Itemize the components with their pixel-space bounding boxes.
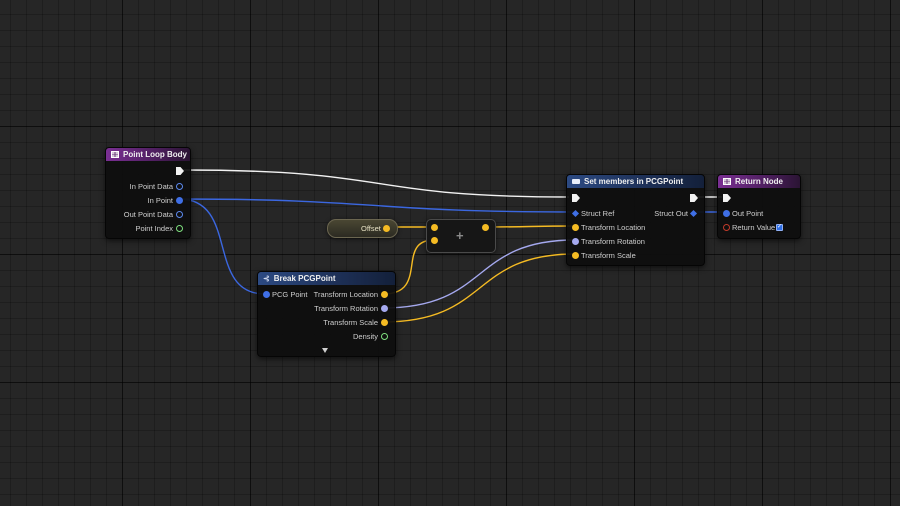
set-members-node[interactable]: Set members in PCGPoint Struct Ref Struc… <box>566 174 705 266</box>
vector-wire-scale-to-set <box>382 253 576 323</box>
struct-out-label: Struct Out <box>654 209 688 218</box>
in-point-data-pin[interactable] <box>176 183 183 190</box>
return-node-header[interactable]: Return Node <box>718 175 800 188</box>
point-index-pin[interactable] <box>176 225 183 232</box>
break-transform-location-pin[interactable] <box>381 291 388 298</box>
point-loop-body-title: Point Loop Body <box>123 150 187 159</box>
density-label: Density <box>352 332 378 341</box>
out-point-label: Out Point <box>732 209 764 218</box>
in-point-label: In Point <box>147 196 173 205</box>
struct-wire-inpoint-to-break <box>178 198 266 295</box>
set-members-header[interactable]: Set members in PCGPoint <box>567 175 704 188</box>
set-transform-rotation-label: Transform Rotation <box>581 237 645 246</box>
point-loop-body-header[interactable]: Point Loop Body <box>106 148 190 161</box>
vector-wire-add-to-setlocation <box>484 225 576 228</box>
set-transform-location-label: Transform Location <box>581 223 646 232</box>
return-value-pin[interactable] <box>723 224 730 231</box>
break-pcg-point-node[interactable]: ⊰ Break PCGPoint PCG Point Transform Loc… <box>257 271 396 357</box>
add-output-pin[interactable] <box>482 224 489 231</box>
in-point-pin[interactable] <box>176 197 183 204</box>
struct-ref-pin[interactable] <box>571 209 580 218</box>
set-transform-location-pin[interactable] <box>572 224 579 231</box>
return-node-title: Return Node <box>735 177 783 186</box>
break-transform-scale-label: Transform Scale <box>323 318 378 327</box>
in-point-data-label: In Point Data <box>129 182 173 191</box>
out-point-pin[interactable] <box>723 210 730 217</box>
break-struct-icon: ⊰ <box>263 273 270 283</box>
break-transform-location-label: Transform Location <box>313 290 378 299</box>
add-symbol: + <box>456 228 464 243</box>
out-point-data-pin[interactable] <box>176 211 183 218</box>
add-node[interactable]: + <box>426 219 496 253</box>
function-icon <box>723 178 731 185</box>
set-transform-rotation-pin[interactable] <box>572 238 579 245</box>
point-index-label: Point Index <box>135 224 173 233</box>
point-loop-body-node[interactable]: Point Loop Body In Point Data In Point O… <box>105 147 191 239</box>
break-pcg-point-title: Break PCGPoint <box>273 274 336 283</box>
set-struct-icon <box>572 179 580 184</box>
set-transform-scale-pin[interactable] <box>572 252 579 259</box>
break-transform-rotation-label: Transform Rotation <box>314 304 378 313</box>
pcg-point-pin[interactable] <box>263 291 270 298</box>
function-icon <box>111 151 119 158</box>
break-transform-scale-pin[interactable] <box>381 319 388 326</box>
return-node[interactable]: Return Node Out Point Return Value ✓ <box>717 174 801 239</box>
out-point-data-label: Out Point Data <box>123 210 173 219</box>
expand-arrow-icon[interactable] <box>322 348 328 353</box>
set-transform-scale-label: Transform Scale <box>581 251 636 260</box>
break-transform-rotation-pin[interactable] <box>381 305 388 312</box>
add-input-b-pin[interactable] <box>431 237 438 244</box>
add-input-a-pin[interactable] <box>431 224 438 231</box>
offset-label: Offset <box>361 224 381 233</box>
struct-wire-inpoint-to-structref <box>178 198 575 213</box>
density-pin[interactable] <box>381 333 388 340</box>
offset-out-pin[interactable] <box>383 225 390 232</box>
struct-ref-label: Struct Ref <box>581 209 615 218</box>
break-pcg-point-header[interactable]: ⊰ Break PCGPoint <box>258 272 395 285</box>
return-value-label: Return Value <box>732 223 776 232</box>
struct-out-pin[interactable] <box>689 209 698 218</box>
return-value-checkbox[interactable]: ✓ <box>776 224 783 231</box>
set-members-title: Set members in PCGPoint <box>584 177 684 186</box>
pcg-point-label: PCG Point <box>272 290 308 299</box>
exec-wire-loop-to-set <box>182 169 570 198</box>
offset-variable-node[interactable]: Offset <box>327 219 398 238</box>
